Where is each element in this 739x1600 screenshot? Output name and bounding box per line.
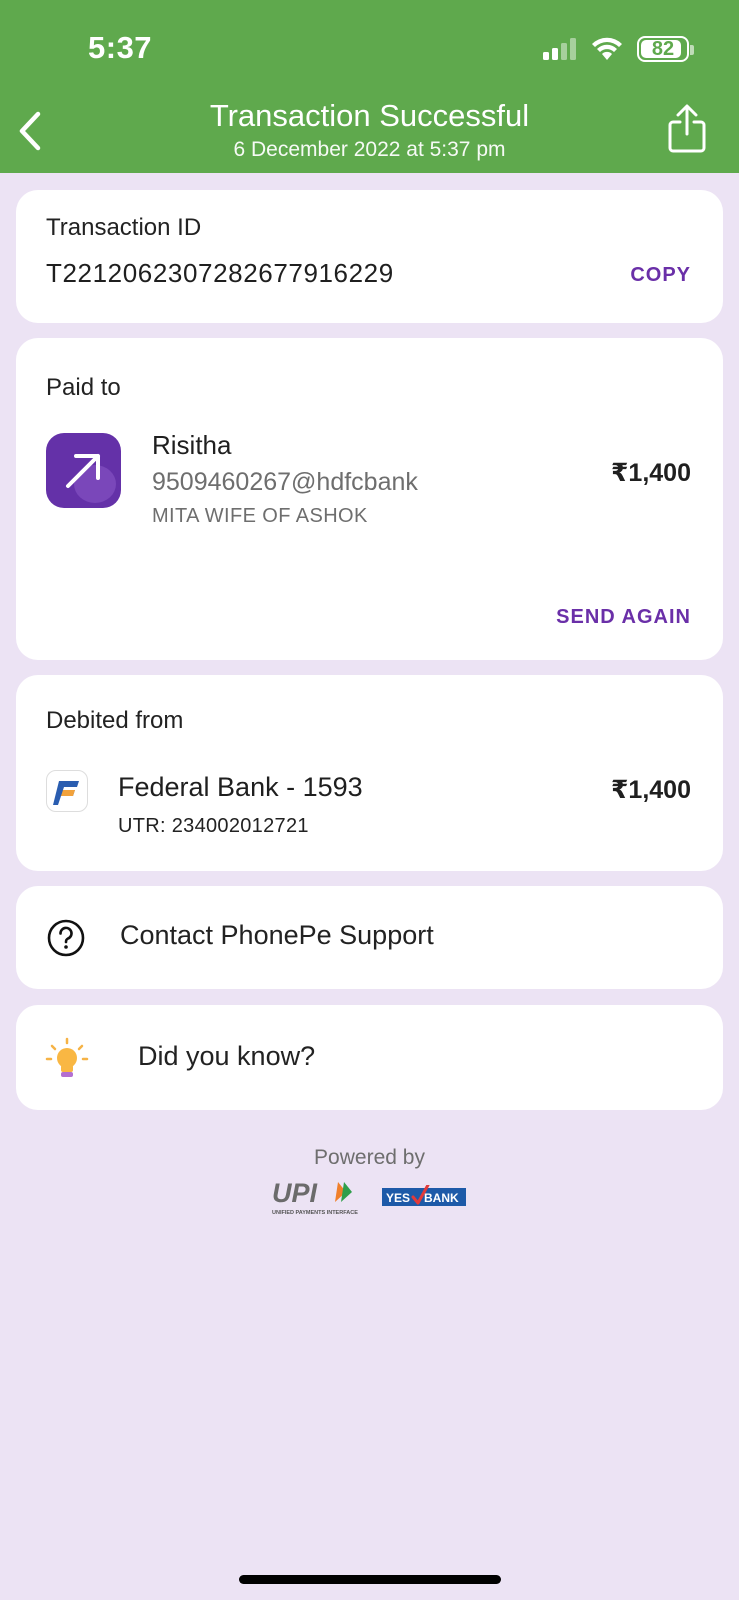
utr-number: UTR: 234002012721 xyxy=(118,815,309,837)
battery-level: 82 xyxy=(651,37,675,60)
transaction-id-label: Transaction ID xyxy=(46,214,202,241)
recipient-account-name: MITA WIFE OF ASHOK xyxy=(152,505,368,527)
share-button[interactable] xyxy=(667,104,707,154)
recipient-avatar xyxy=(46,433,121,508)
status-time: 5:37 xyxy=(88,30,153,65)
recipient-upi-id: 9509460267@hdfcbank xyxy=(152,468,418,496)
contact-support-card[interactable]: Contact PhonePe Support xyxy=(16,886,723,989)
did-you-know-card[interactable]: Did you know? xyxy=(16,1005,723,1110)
arrow-up-right-icon xyxy=(66,454,100,488)
did-you-know-label: Did you know? xyxy=(138,1041,316,1071)
upi-logo-text: UPI xyxy=(272,1178,318,1208)
yes-bank-text-2: BANK xyxy=(424,1191,459,1205)
transaction-id-card: Transaction ID T2212062307282677916229 C… xyxy=(16,190,723,323)
recipient-name: Risitha xyxy=(152,430,232,460)
upi-logo: UPI UNIFIED PAYMENTS INTERFACE xyxy=(272,1178,362,1223)
status-icons: 82 xyxy=(543,36,694,62)
cellular-signal-icon xyxy=(543,38,576,60)
paid-to-card: Paid to Risitha 9509460267@hdfcbank MITA… xyxy=(16,338,723,660)
app-header: 5:37 82 Transaction Successful 6 Decembe… xyxy=(0,0,739,173)
paid-amount: ₹1,400 xyxy=(611,459,691,487)
page-title: Transaction Successful xyxy=(209,98,530,133)
yes-bank-logo: YES BANK xyxy=(382,1183,466,1214)
upi-tagline: UNIFIED PAYMENTS INTERFACE xyxy=(272,1210,358,1216)
question-circle-icon xyxy=(47,919,85,957)
transaction-id-value: T2212062307282677916229 xyxy=(46,258,394,288)
transaction-datetime: 6 December 2022 at 5:37 pm xyxy=(233,138,506,161)
federal-bank-logo xyxy=(46,770,88,812)
copy-button[interactable]: COPY xyxy=(630,264,691,287)
home-indicator[interactable] xyxy=(239,1575,501,1584)
lightbulb-icon xyxy=(45,1037,89,1077)
debited-amount: ₹1,400 xyxy=(611,776,691,804)
contact-support-label: Contact PhonePe Support xyxy=(120,920,434,950)
powered-by-label: Powered by xyxy=(314,1146,425,1169)
share-icon xyxy=(668,104,706,153)
wifi-icon xyxy=(592,37,622,60)
yes-bank-text-1: YES xyxy=(386,1191,410,1205)
paid-to-label: Paid to xyxy=(46,374,121,401)
send-again-button[interactable]: SEND AGAIN xyxy=(556,606,691,629)
debited-from-card: Debited from Federal Bank - 1593 UTR: 23… xyxy=(16,675,723,871)
debited-from-label: Debited from xyxy=(46,707,184,734)
bank-account-name: Federal Bank - 1593 xyxy=(118,772,363,802)
battery-icon: 82 xyxy=(637,36,694,62)
